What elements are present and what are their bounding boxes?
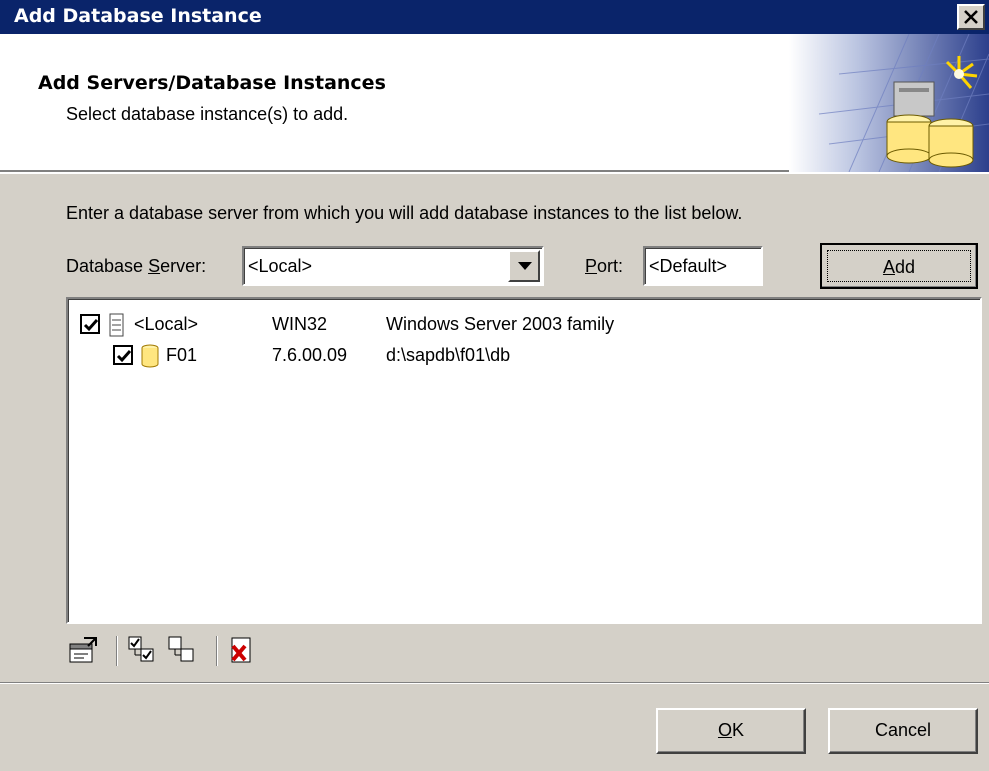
instance-list[interactable]: <Local> WIN32 Windows Server 2003 family… (66, 297, 982, 624)
button-label: dd (894, 257, 916, 277)
toolbar-separator (216, 636, 218, 666)
accelerator-key: P (585, 256, 598, 276)
instance-platform: WIN32 (272, 314, 328, 334)
delete-button[interactable] (226, 634, 260, 668)
port-input[interactable]: <Default> (643, 246, 763, 286)
instance-description: Windows Server 2003 family (386, 314, 615, 334)
select-all-button[interactable] (126, 634, 160, 668)
add-button[interactable]: Add (820, 243, 978, 289)
accelerator-key: O (717, 720, 732, 740)
instance-name: <Local> (134, 314, 199, 334)
label-text: erver: (160, 256, 207, 276)
label-text: Database (66, 256, 149, 276)
server-icon (109, 313, 124, 337)
database-icon (141, 344, 159, 368)
row-checkbox[interactable] (113, 345, 133, 365)
accelerator-key: A (882, 257, 895, 277)
toolbar-separator (116, 636, 118, 666)
ok-button[interactable]: OK (656, 708, 806, 754)
combobox-dropdown-button[interactable] (508, 250, 540, 282)
close-button[interactable] (957, 4, 985, 30)
page-title: Add Servers/Database Instances (38, 72, 386, 94)
deselect-all-icon (168, 636, 194, 662)
dialog-window: Add Database Instance Add Servers/Databa… (0, 0, 989, 771)
chevron-down-icon (518, 262, 532, 270)
close-icon (964, 10, 978, 24)
header-banner: Add Servers/Database Instances Select da… (0, 34, 989, 174)
checkmark-icon (83, 319, 99, 332)
list-item[interactable]: <Local> WIN32 Windows Server 2003 family (68, 311, 968, 341)
accelerator-key: S (148, 256, 161, 276)
button-label: K (732, 720, 745, 740)
cancel-button[interactable]: Cancel (828, 708, 978, 754)
delete-icon (231, 637, 251, 663)
server-combobox-value: <Local> (248, 256, 313, 276)
window-title: Add Database Instance (14, 5, 262, 27)
checkmark-icon (116, 350, 132, 363)
properties-button[interactable] (66, 634, 100, 668)
deselect-all-button[interactable] (166, 634, 200, 668)
instance-name: F01 (166, 345, 198, 365)
row-checkbox[interactable] (80, 314, 100, 334)
database-server-label: Database Server: (66, 256, 206, 277)
select-all-icon (128, 636, 154, 662)
instructions-text: Enter a database server from which you w… (66, 203, 743, 223)
database-banner-icon (789, 34, 989, 172)
focus-rectangle: Add (827, 250, 971, 282)
port-label: Port: (585, 256, 623, 277)
instance-version: 7.6.00.09 (272, 345, 348, 365)
page-subtitle: Select database instance(s) to add. (66, 104, 349, 124)
properties-icon (69, 637, 97, 663)
list-toolbar (66, 632, 306, 672)
list-item[interactable]: F01 7.6.00.09 d:\sapdb\f01\db (68, 342, 968, 372)
title-bar[interactable]: Add Database Instance (0, 0, 989, 34)
instance-path: d:\sapdb\f01\db (386, 345, 511, 365)
footer-divider (0, 682, 989, 684)
label-text: ort: (597, 256, 624, 276)
database-server-combobox[interactable]: <Local> (242, 246, 544, 286)
